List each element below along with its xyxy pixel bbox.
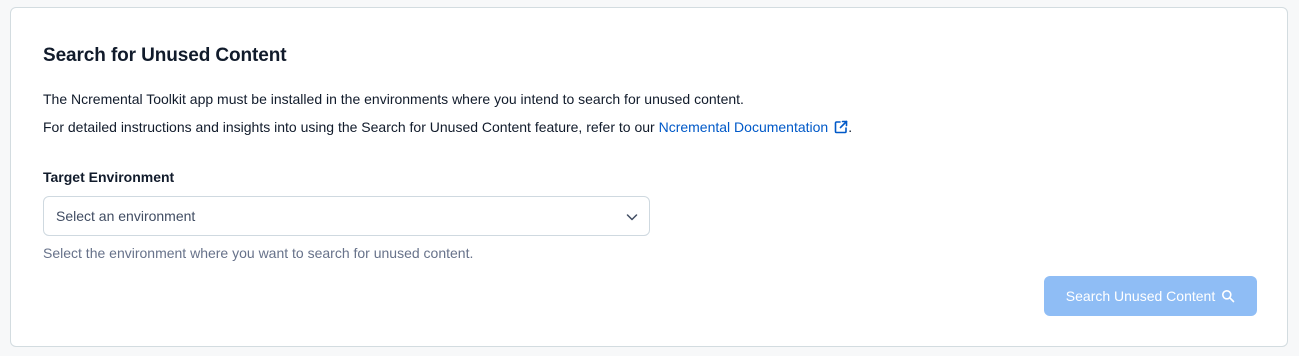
install-notice: The Ncremental Toolkit app must be insta… xyxy=(43,91,744,107)
unused-content-card: Search for Unused Content The Ncremental… xyxy=(10,7,1288,347)
documentation-notice-suffix: . xyxy=(848,119,853,135)
documentation-link-label: Ncremental Documentation xyxy=(658,119,829,135)
search-icon xyxy=(1222,290,1235,303)
chevron-down-icon xyxy=(626,214,638,221)
search-unused-content-button[interactable]: Search Unused Content xyxy=(1044,276,1257,316)
target-environment-label: Target Environment xyxy=(43,169,175,185)
page-title: Search for Unused Content xyxy=(43,45,287,66)
documentation-notice-prefix: For detailed instructions and insights i… xyxy=(43,119,659,135)
documentation-link[interactable]: Ncremental Documentation xyxy=(659,119,849,135)
documentation-notice: For detailed instructions and insights i… xyxy=(43,117,852,137)
search-button-label: Search Unused Content xyxy=(1065,288,1216,304)
target-environment-select[interactable]: Select an environment xyxy=(43,196,650,236)
target-environment-value: Select an environment xyxy=(56,208,196,224)
target-environment-helper: Select the environment where you want to… xyxy=(43,245,474,261)
external-link-icon xyxy=(834,120,848,134)
